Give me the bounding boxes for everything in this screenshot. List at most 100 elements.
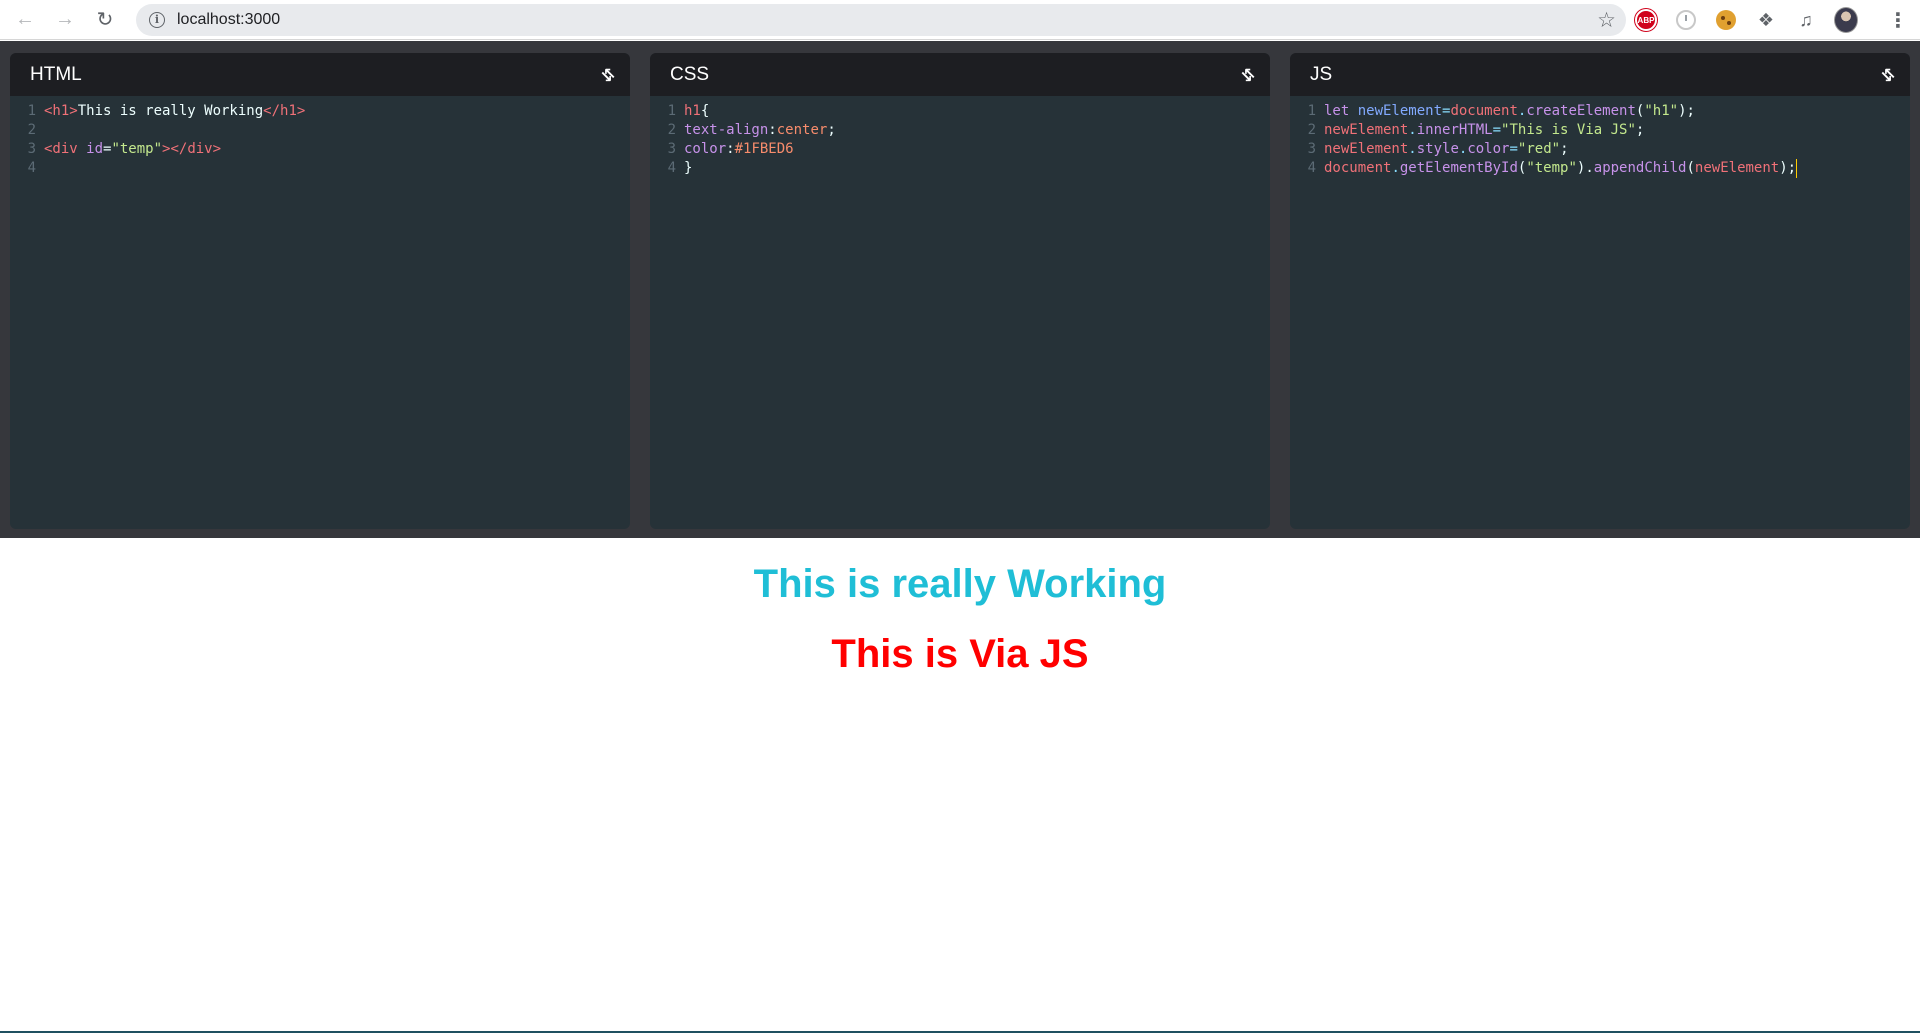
code-token: This is really Working (77, 103, 264, 119)
code-token: center (776, 122, 828, 138)
code-token: document (1450, 103, 1518, 119)
js-pane-header: JS ⇆ (1290, 53, 1910, 96)
code-line[interactable]: 2 newElement.innerHTML="This is Via JS"; (1290, 121, 1910, 140)
code-line[interactable]: 1 <h1>This is really Working</h1> (10, 102, 630, 121)
code-token: = (1509, 141, 1518, 157)
code-token: = (1492, 122, 1502, 138)
collapse-icon[interactable]: ⇆ (594, 60, 622, 88)
line-number: 2 (1307, 122, 1316, 138)
code-token: <h1> (44, 103, 78, 119)
code-line[interactable]: 4 document.getElementById ("temp").appendC… (1290, 159, 1910, 178)
code-token: } (684, 160, 693, 176)
code-token: color (1467, 141, 1510, 157)
code-text[interactable]: } (684, 159, 692, 178)
line-number: 2 (667, 122, 676, 138)
line-number: 4 (1307, 160, 1316, 176)
preview-heading-via-js: This is Via JS (831, 632, 1089, 676)
code-line[interactable]: 4 (10, 159, 630, 178)
code-text[interactable]: color:#1FBED6 (684, 140, 794, 159)
code-token: document (1324, 160, 1392, 176)
code-line[interactable]: 3 color:#1FBED6 (650, 140, 1270, 159)
code-token: newElement (1324, 122, 1409, 138)
line-number: 1 (667, 103, 676, 119)
code-line[interactable]: 3 newElement.style.color="red"; (1290, 140, 1910, 159)
extensions-button[interactable]: ❖ (1754, 8, 1778, 32)
line-number: 4 (667, 160, 676, 176)
code-line[interactable]: 4} (650, 159, 1270, 178)
adblock-icon: ABP (1635, 9, 1657, 31)
cookie-extension[interactable] (1714, 8, 1738, 32)
code-text[interactable]: newElement.innerHTML="This is Via JS"; (1324, 121, 1644, 140)
arrow-right-icon: → (55, 8, 75, 30)
profile-button[interactable] (1834, 7, 1858, 33)
html-pane-title: HTML (30, 63, 82, 85)
arrow-left-icon: ← (15, 8, 35, 30)
code-token: newElement (1694, 160, 1780, 176)
code-line[interactable]: 1 h1{ (650, 102, 1270, 121)
cookie-icon (1716, 10, 1736, 30)
code-token: ; (1635, 122, 1645, 138)
code-token: "This is Via JS" (1501, 122, 1636, 138)
code-token: "red" (1517, 141, 1561, 157)
preview-heading-working: This is really Working (753, 562, 1167, 606)
info-icon[interactable]: i (149, 12, 165, 28)
code-token: ). (1576, 160, 1594, 176)
collapse-icon[interactable]: ⇆ (1234, 60, 1262, 88)
code-text[interactable]: newElement.style.color="red"; (1324, 140, 1569, 159)
js-pane-title: JS (1310, 63, 1333, 85)
code-text[interactable]: h1{ (684, 102, 709, 121)
code-token: style (1416, 141, 1459, 157)
code-token: . (1408, 141, 1417, 157)
code-text[interactable]: document.getElementById ("temp").appendCh… (1324, 159, 1798, 178)
reload-button[interactable]: ↻ (90, 5, 120, 35)
code-token: ></div> (162, 141, 222, 157)
address-bar[interactable]: i localhost:3000 ☆ (136, 4, 1626, 36)
css-pane-header: CSS ⇆ (650, 53, 1270, 96)
avatar (1834, 7, 1858, 33)
code-token: "h1" (1644, 103, 1679, 119)
code-line[interactable]: 3 <div id="temp"></div> (10, 140, 630, 159)
js-code-editor[interactable]: 1 let newElement=document.createElement("… (1290, 96, 1910, 178)
collapse-icon[interactable]: ⇆ (1874, 60, 1902, 88)
media-control-button[interactable]: ♫ (1794, 8, 1818, 32)
line-number: 1 (1307, 103, 1316, 119)
html-code-editor[interactable]: 1 <h1>This is really Working</h1> 2 3 <div i… (10, 96, 630, 178)
code-line[interactable]: 1 let newElement=document.createElement("… (1290, 102, 1910, 121)
code-line[interactable]: 2 text-align:center; (650, 121, 1270, 140)
timer-extension[interactable] (1674, 8, 1698, 32)
code-token: newElement (1324, 141, 1409, 157)
code-token: appendChild (1593, 160, 1687, 176)
code-token: getElementById (1399, 160, 1518, 176)
star-icon[interactable]: ☆ (1597, 8, 1616, 33)
html-pane: HTML ⇆ 1 <h1>This is really Working</h1> 2… (10, 53, 630, 529)
code-token: let (1324, 103, 1358, 119)
code-line[interactable]: 2 (10, 121, 630, 140)
browser-toolbar: ← → ↻ i localhost:3000 ☆ ABP ❖ ♫ ⋮ (0, 0, 1920, 40)
code-token: ; (827, 122, 836, 138)
back-button[interactable]: ← (10, 5, 40, 35)
line-number: 4 (27, 160, 36, 176)
url-text[interactable]: localhost:3000 (177, 11, 280, 29)
forward-button[interactable]: → (50, 5, 80, 35)
code-text[interactable]: let newElement=document.createElement("h… (1324, 102, 1695, 121)
code-text[interactable]: <h1>This is really Working</h1> (44, 102, 305, 121)
code-token: ; (1560, 141, 1569, 157)
editor-area: HTML ⇆ 1 <h1>This is really Working</h1> 2… (0, 41, 1920, 538)
code-token: #1FBED6 (734, 141, 794, 157)
css-code-editor[interactable]: 1 h1{2 text-align:center; 3 color:#1FBED6 4} (650, 96, 1270, 178)
code-text[interactable]: text-align:center; (684, 121, 836, 140)
line-number: 3 (27, 141, 36, 157)
code-token: : (726, 141, 735, 157)
code-text[interactable]: <div id="temp"></div> (44, 140, 221, 159)
kebab-menu-icon[interactable]: ⋮ (1888, 8, 1908, 33)
code-token: <div (44, 141, 87, 157)
code-token: { (700, 103, 710, 119)
preview-frame: This is really Working This is Via JS (0, 538, 1920, 1033)
adblock-extension[interactable]: ABP (1634, 8, 1658, 32)
code-token: : (768, 122, 777, 138)
css-pane: CSS ⇆ 1 h1{2 text-align:center; 3 color:#1FB… (650, 53, 1270, 529)
code-token: . (1408, 122, 1417, 138)
code-token: ); (1779, 160, 1797, 176)
code-token: h1 (684, 103, 701, 119)
html-pane-header: HTML ⇆ (10, 53, 630, 96)
